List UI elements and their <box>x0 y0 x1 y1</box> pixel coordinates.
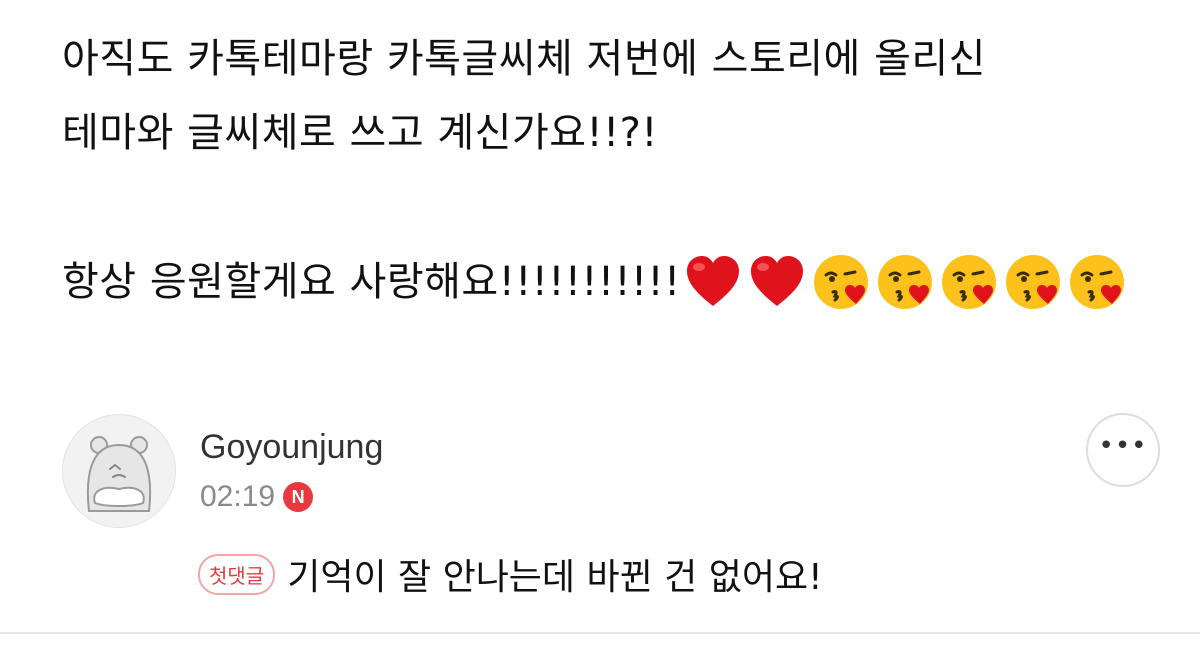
red-heart-icon <box>747 252 807 312</box>
comment-text: 기억이 잘 안나는데 바뀐 건 없어요! <box>287 557 823 598</box>
emoji-row <box>683 252 1131 312</box>
post-body: 아직도 카톡테마랑 카톡글씨체 저번에 스토리에 올리신 테마와 글씨체로 쓰고… <box>62 30 1162 312</box>
kissing-face-with-heart-icon <box>811 252 871 312</box>
comment-time: 02:19 <box>200 480 276 513</box>
comment-meta: 02:19 N <box>200 480 314 514</box>
default-profile-character-icon <box>86 436 152 512</box>
post-line-1: 아직도 카톡테마랑 카톡글씨체 저번에 스토리에 올리신 <box>62 36 986 82</box>
post-line-3-text: 항상 응원할게요 사랑해요!!!!!!!!!!! <box>62 259 681 305</box>
more-options-button[interactable]: ••• <box>1086 413 1160 487</box>
comment-body: 첫댓글 기억이 잘 안나는데 바뀐 건 없어요! <box>198 548 823 600</box>
new-badge: N <box>283 482 314 512</box>
red-heart-icon <box>683 252 743 312</box>
kissing-face-with-heart-icon <box>1067 252 1127 312</box>
kissing-face-with-heart-icon <box>939 252 999 312</box>
more-dots-icon: ••• <box>1098 431 1148 461</box>
post-line-2: 테마와 글씨체로 쓰고 계신가요!!?! <box>62 110 658 156</box>
post-line-3: 항상 응원할게요 사랑해요!!!!!!!!!!! <box>62 252 1162 312</box>
avatar[interactable] <box>62 414 176 528</box>
comment-username[interactable]: Goyounjung <box>200 428 383 467</box>
first-comment-badge: 첫댓글 <box>198 553 276 595</box>
kissing-face-with-heart-icon <box>875 252 935 312</box>
kissing-face-with-heart-icon <box>1003 252 1063 312</box>
divider <box>0 632 1200 634</box>
